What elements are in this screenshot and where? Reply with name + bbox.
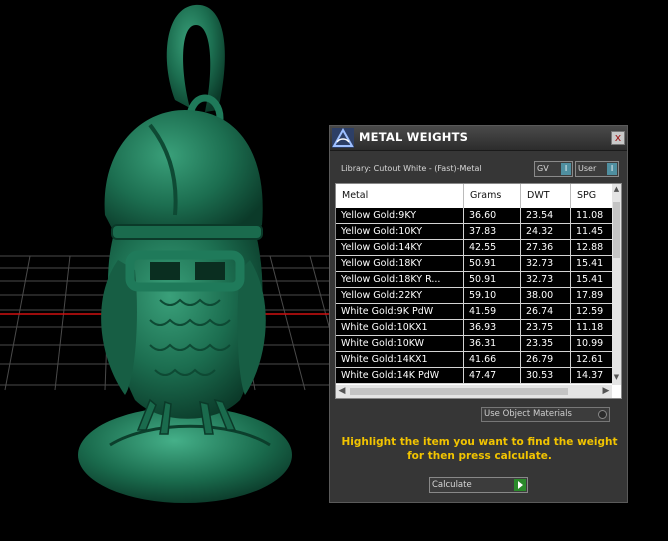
use-object-materials-label: Use Object Materials [484,409,572,419]
cell-metal: Yellow Gold:18KY [336,256,464,271]
cell-metal: Yellow Gold:18KY R... [336,272,464,287]
user-toggle[interactable]: User I [575,161,619,177]
vertical-scrollbar[interactable]: ▲ ▼ [612,184,621,385]
library-label: Library: Cutout White - (Fast)-Metal [341,164,482,173]
cell-grams: 42.55 [464,240,521,255]
user-toggle-knob: I [607,163,617,175]
horizontal-scroll-thumb[interactable] [350,388,568,395]
cell-dwt: 23.54 [521,208,571,223]
table-row[interactable]: White Gold:9K PdW 41.59 26.74 12.59 [336,304,612,320]
use-object-materials-toggle[interactable]: Use Object Materials [481,407,610,422]
cell-grams: 41.66 [464,352,521,367]
column-header-metal[interactable]: Metal [336,184,464,208]
cell-metal: Yellow Gold:10KY [336,224,464,239]
cell-metal: White Gold:9K PdW [336,304,464,319]
cell-dwt: 32.73 [521,272,571,287]
user-toggle-label: User [578,164,597,173]
cell-metal: Yellow Gold:9KY [336,208,464,223]
cell-grams: 37.83 [464,224,521,239]
vertical-scroll-thumb[interactable] [613,202,620,258]
table-row[interactable]: Yellow Gold:10KY 37.83 24.32 11.45 [336,224,612,240]
scroll-up-arrow-icon[interactable]: ▲ [612,184,621,194]
column-header-spg[interactable]: SPG [571,184,612,208]
cell-spg: 11.45 [576,226,604,237]
cell-dwt: 23.35 [521,336,571,351]
cell-grams: 59.10 [464,288,521,303]
play-arrow-icon [514,479,526,491]
cell-dwt: 38.00 [521,288,571,303]
metal-weights-panel: METAL WEIGHTS x Library: Cutout White - … [329,125,628,503]
table-row[interactable]: Yellow Gold:14KY 42.55 27.36 12.88 [336,240,612,256]
calculate-label: Calculate [432,480,472,490]
cell-spg: 14.37 [576,370,604,381]
cell-spg: 15.41 [576,274,604,285]
table-row[interactable]: White Gold:14K PdW 47.47 30.53 14.37 [336,368,612,384]
scroll-left-arrow-icon[interactable]: ◀ [336,385,348,398]
cell-grams: 36.93 [464,320,521,335]
table-body: Yellow Gold:9KY 36.60 23.54 11.08 Yellow Go… [336,208,612,384]
instructions-text: Highlight the item you want to find the … [341,436,618,462]
table-row[interactable]: White Gold:14KX1 41.66 26.79 12.61 [336,352,612,368]
column-header-grams[interactable]: Grams [464,184,521,208]
table-row[interactable]: Yellow Gold:22KY 59.10 38.00 17.89 [336,288,612,304]
app-logo-icon [332,128,354,148]
cell-grams: 36.31 [464,336,521,351]
table-row[interactable]: Yellow Gold:18KY R... 50.91 32.73 15.41 [336,272,612,288]
close-button[interactable]: x [611,131,625,145]
scroll-down-arrow-icon[interactable]: ▼ [612,372,621,382]
cell-metal: White Gold:14KX1 [336,352,464,367]
cell-spg: 15.41 [576,258,604,269]
cell-metal: White Gold:10KW [336,336,464,351]
column-header-dwt[interactable]: DWT [521,184,571,208]
cell-grams: 47.47 [464,368,521,383]
panel-title: METAL WEIGHTS [359,130,469,144]
cell-spg: 11.18 [576,322,604,333]
cell-spg: 11.08 [576,210,604,221]
cell-grams: 36.60 [464,208,521,223]
table-row[interactable]: Yellow Gold:18KY 50.91 32.73 15.41 [336,256,612,272]
cell-spg: 17.89 [576,290,604,301]
cell-metal: White Gold:14K PdW [336,368,464,383]
gv-toggle-label: GV [537,164,549,173]
calculate-button[interactable]: Calculate [429,477,528,493]
cell-dwt: 30.53 [521,368,571,383]
cell-spg: 12.88 [576,242,604,253]
cell-metal: White Gold:10KX1 [336,320,464,335]
table-row[interactable]: White Gold:10KW 36.31 23.35 10.99 [336,336,612,352]
gv-toggle-knob: I [561,163,571,175]
cell-dwt: 27.36 [521,240,571,255]
table-row[interactable]: Yellow Gold:9KY 36.60 23.54 11.08 [336,208,612,224]
metal-weights-table: Metal Grams DWT SPG Yellow Gold:9KY 36.60… [335,183,622,399]
cell-dwt: 26.79 [521,352,571,367]
table-row[interactable]: White Gold:10KX1 36.93 23.75 11.18 [336,320,612,336]
cell-metal: Yellow Gold:14KY [336,240,464,255]
owl-pendant-model[interactable] [78,4,292,503]
cell-dwt: 23.75 [521,320,571,335]
table-header: Metal Grams DWT SPG [336,184,612,208]
gv-toggle[interactable]: GV I [534,161,573,177]
cell-dwt: 26.74 [521,304,571,319]
panel-titlebar[interactable]: METAL WEIGHTS x [330,126,627,151]
cell-dwt: 32.73 [521,256,571,271]
cell-spg: 12.59 [576,306,604,317]
horizontal-scrollbar[interactable]: ◀ ▶ [336,385,612,398]
close-icon: x [614,131,622,144]
cell-grams: 50.91 [464,256,521,271]
cell-grams: 41.59 [464,304,521,319]
scroll-right-arrow-icon[interactable]: ▶ [600,385,612,398]
cell-spg: 12.61 [576,354,604,365]
cell-metal: Yellow Gold:22KY [336,288,464,303]
cell-spg: 10.99 [576,338,604,349]
cell-grams: 50.91 [464,272,521,287]
radio-indicator-icon [598,410,607,419]
cell-dwt: 24.32 [521,224,571,239]
